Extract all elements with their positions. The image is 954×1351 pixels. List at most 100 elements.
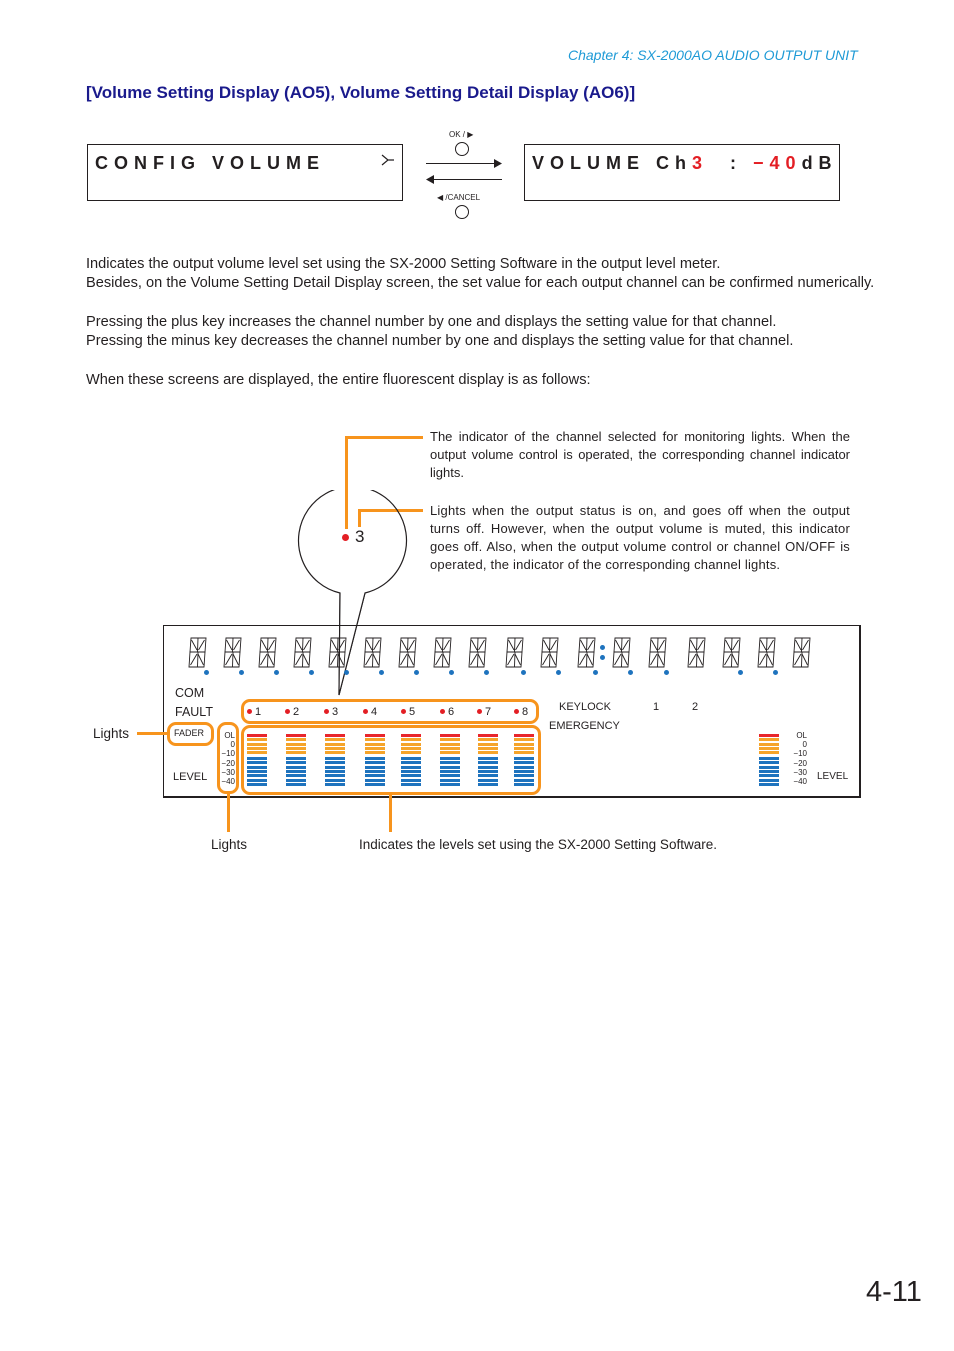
decimal-point-icon [204, 670, 209, 675]
scale-tick-label: −20 [793, 758, 807, 768]
scale-highlight [217, 722, 239, 794]
segment-digit [188, 637, 208, 668]
chapter-header: Chapter 4: SX-2000AO AUDIO OUTPUT UNIT [568, 47, 858, 63]
volume-prefix: VOLUME Ch [532, 153, 692, 173]
decimal-point-icon [274, 670, 279, 675]
fader-highlight [167, 722, 214, 746]
meter-segment [759, 774, 779, 777]
cancel-button[interactable] [455, 205, 469, 219]
keylock-2: 2 [692, 701, 699, 713]
body-paragraph-5: When these screens are displayed, the en… [86, 372, 591, 388]
meter-segment [759, 738, 779, 741]
segment-digit [648, 637, 668, 668]
volume-separator: : [708, 153, 754, 173]
channel-indicators-highlight [241, 699, 539, 724]
body-paragraph-2: Besides, on the Volume Setting Detail Di… [86, 275, 875, 291]
level-label: LEVEL [173, 771, 208, 783]
decimal-point-icon [521, 670, 526, 675]
right-level-label: LEVEL [817, 771, 849, 782]
leader-monitor-vertical-top [345, 436, 348, 529]
segment-digit [328, 637, 348, 668]
ok-button[interactable] [455, 142, 469, 156]
scale-tick-label: 0 [802, 740, 807, 750]
segment-digit [757, 637, 777, 668]
segment-digit [577, 637, 597, 668]
keylock-1: 1 [653, 701, 660, 713]
decimal-point-icon [414, 670, 419, 675]
scale-lights-label: Lights [211, 837, 248, 852]
right-level-scale: OL 0 −10 −20 −30 −40 [789, 731, 807, 786]
body-paragraph-1: Indicates the output volume level set us… [86, 256, 721, 272]
segment-digit [223, 637, 243, 668]
leader-fader [137, 732, 167, 735]
segment-digit [468, 637, 488, 668]
segment-digit [433, 637, 453, 668]
callout-monitor-indicator: The indicator of the channel selected fo… [430, 429, 850, 480]
com-label: COM [175, 686, 205, 700]
cancel-label: ◀ /CANCEL [437, 193, 481, 202]
scale-tick-label: −30 [793, 767, 807, 777]
meter-segment [759, 770, 779, 773]
back-arrow-head-icon [426, 175, 434, 184]
segment-digit [258, 637, 278, 668]
decimal-point-icon [239, 670, 244, 675]
decimal-point-icon [628, 670, 633, 675]
callout-output-status: Lights when the output status is on, and… [430, 503, 850, 572]
decimal-point-icon [773, 670, 778, 675]
decimal-point-icon [593, 670, 598, 675]
fault-label: FAULT [175, 705, 213, 719]
colon-dot-icon [600, 645, 605, 650]
meter-segment [759, 761, 779, 764]
segment-digit [612, 637, 632, 668]
segment-digit [363, 637, 383, 668]
forward-arrow [426, 163, 496, 164]
lcd-config-volume-screen: CONFIG VOLUME [87, 144, 403, 201]
meter-segment [759, 779, 779, 782]
scale-tick-label: −10 [793, 749, 807, 759]
meter-segment [759, 783, 779, 786]
cursor-icon [381, 153, 395, 172]
decimal-point-icon [309, 670, 314, 675]
colon-dot-icon [600, 655, 605, 660]
decimal-point-icon [664, 670, 669, 675]
bubble-channel-number: 3 [355, 527, 365, 546]
segment-digit [540, 637, 560, 668]
meter-segment [759, 734, 779, 737]
segment-digit [722, 637, 742, 668]
scale-tick-label: −40 [793, 777, 807, 787]
segment-digit [398, 637, 418, 668]
meters-callout-label: Indicates the levels set using the SX-20… [359, 837, 717, 852]
meter-segment [759, 751, 779, 754]
leader-scale [227, 794, 230, 832]
decimal-point-icon [344, 670, 349, 675]
volume-unit: dB [801, 153, 838, 173]
leader-monitor-horizontal [345, 436, 423, 439]
keylock-label: KEYLOCK [559, 701, 611, 713]
body-paragraph-3: Pressing the plus key increases the chan… [86, 314, 777, 330]
segment-digit [505, 637, 525, 668]
decimal-point-icon [738, 670, 743, 675]
segment-digit [792, 637, 812, 668]
body-paragraph-4: Pressing the minus key decreases the cha… [86, 333, 794, 349]
config-volume-text: CONFIG VOLUME [95, 153, 325, 173]
page-number: 4-11 [866, 1276, 922, 1308]
segment-digit [293, 637, 313, 668]
emergency-label: EMERGENCY [549, 720, 620, 732]
volume-detail-text: VOLUME Ch3 : −40dB [532, 153, 838, 174]
meter-segment [759, 757, 779, 760]
volume-value: −40 [753, 153, 802, 173]
meter-segment [759, 747, 779, 750]
forward-arrow-head-icon [494, 159, 502, 168]
decimal-point-icon [484, 670, 489, 675]
segment-digit [687, 637, 707, 668]
decimal-point-icon [449, 670, 454, 675]
leader-meters [389, 795, 392, 832]
decimal-point-icon [379, 670, 384, 675]
volume-channel: 3 [692, 153, 709, 173]
decimal-point-icon [556, 670, 561, 675]
scale-tick-label: OL [796, 731, 807, 740]
meters-highlight [241, 725, 541, 795]
bubble-indicator-dot [342, 534, 349, 541]
ok-label: OK / ▶ [449, 130, 474, 139]
meter-segment [759, 766, 779, 769]
